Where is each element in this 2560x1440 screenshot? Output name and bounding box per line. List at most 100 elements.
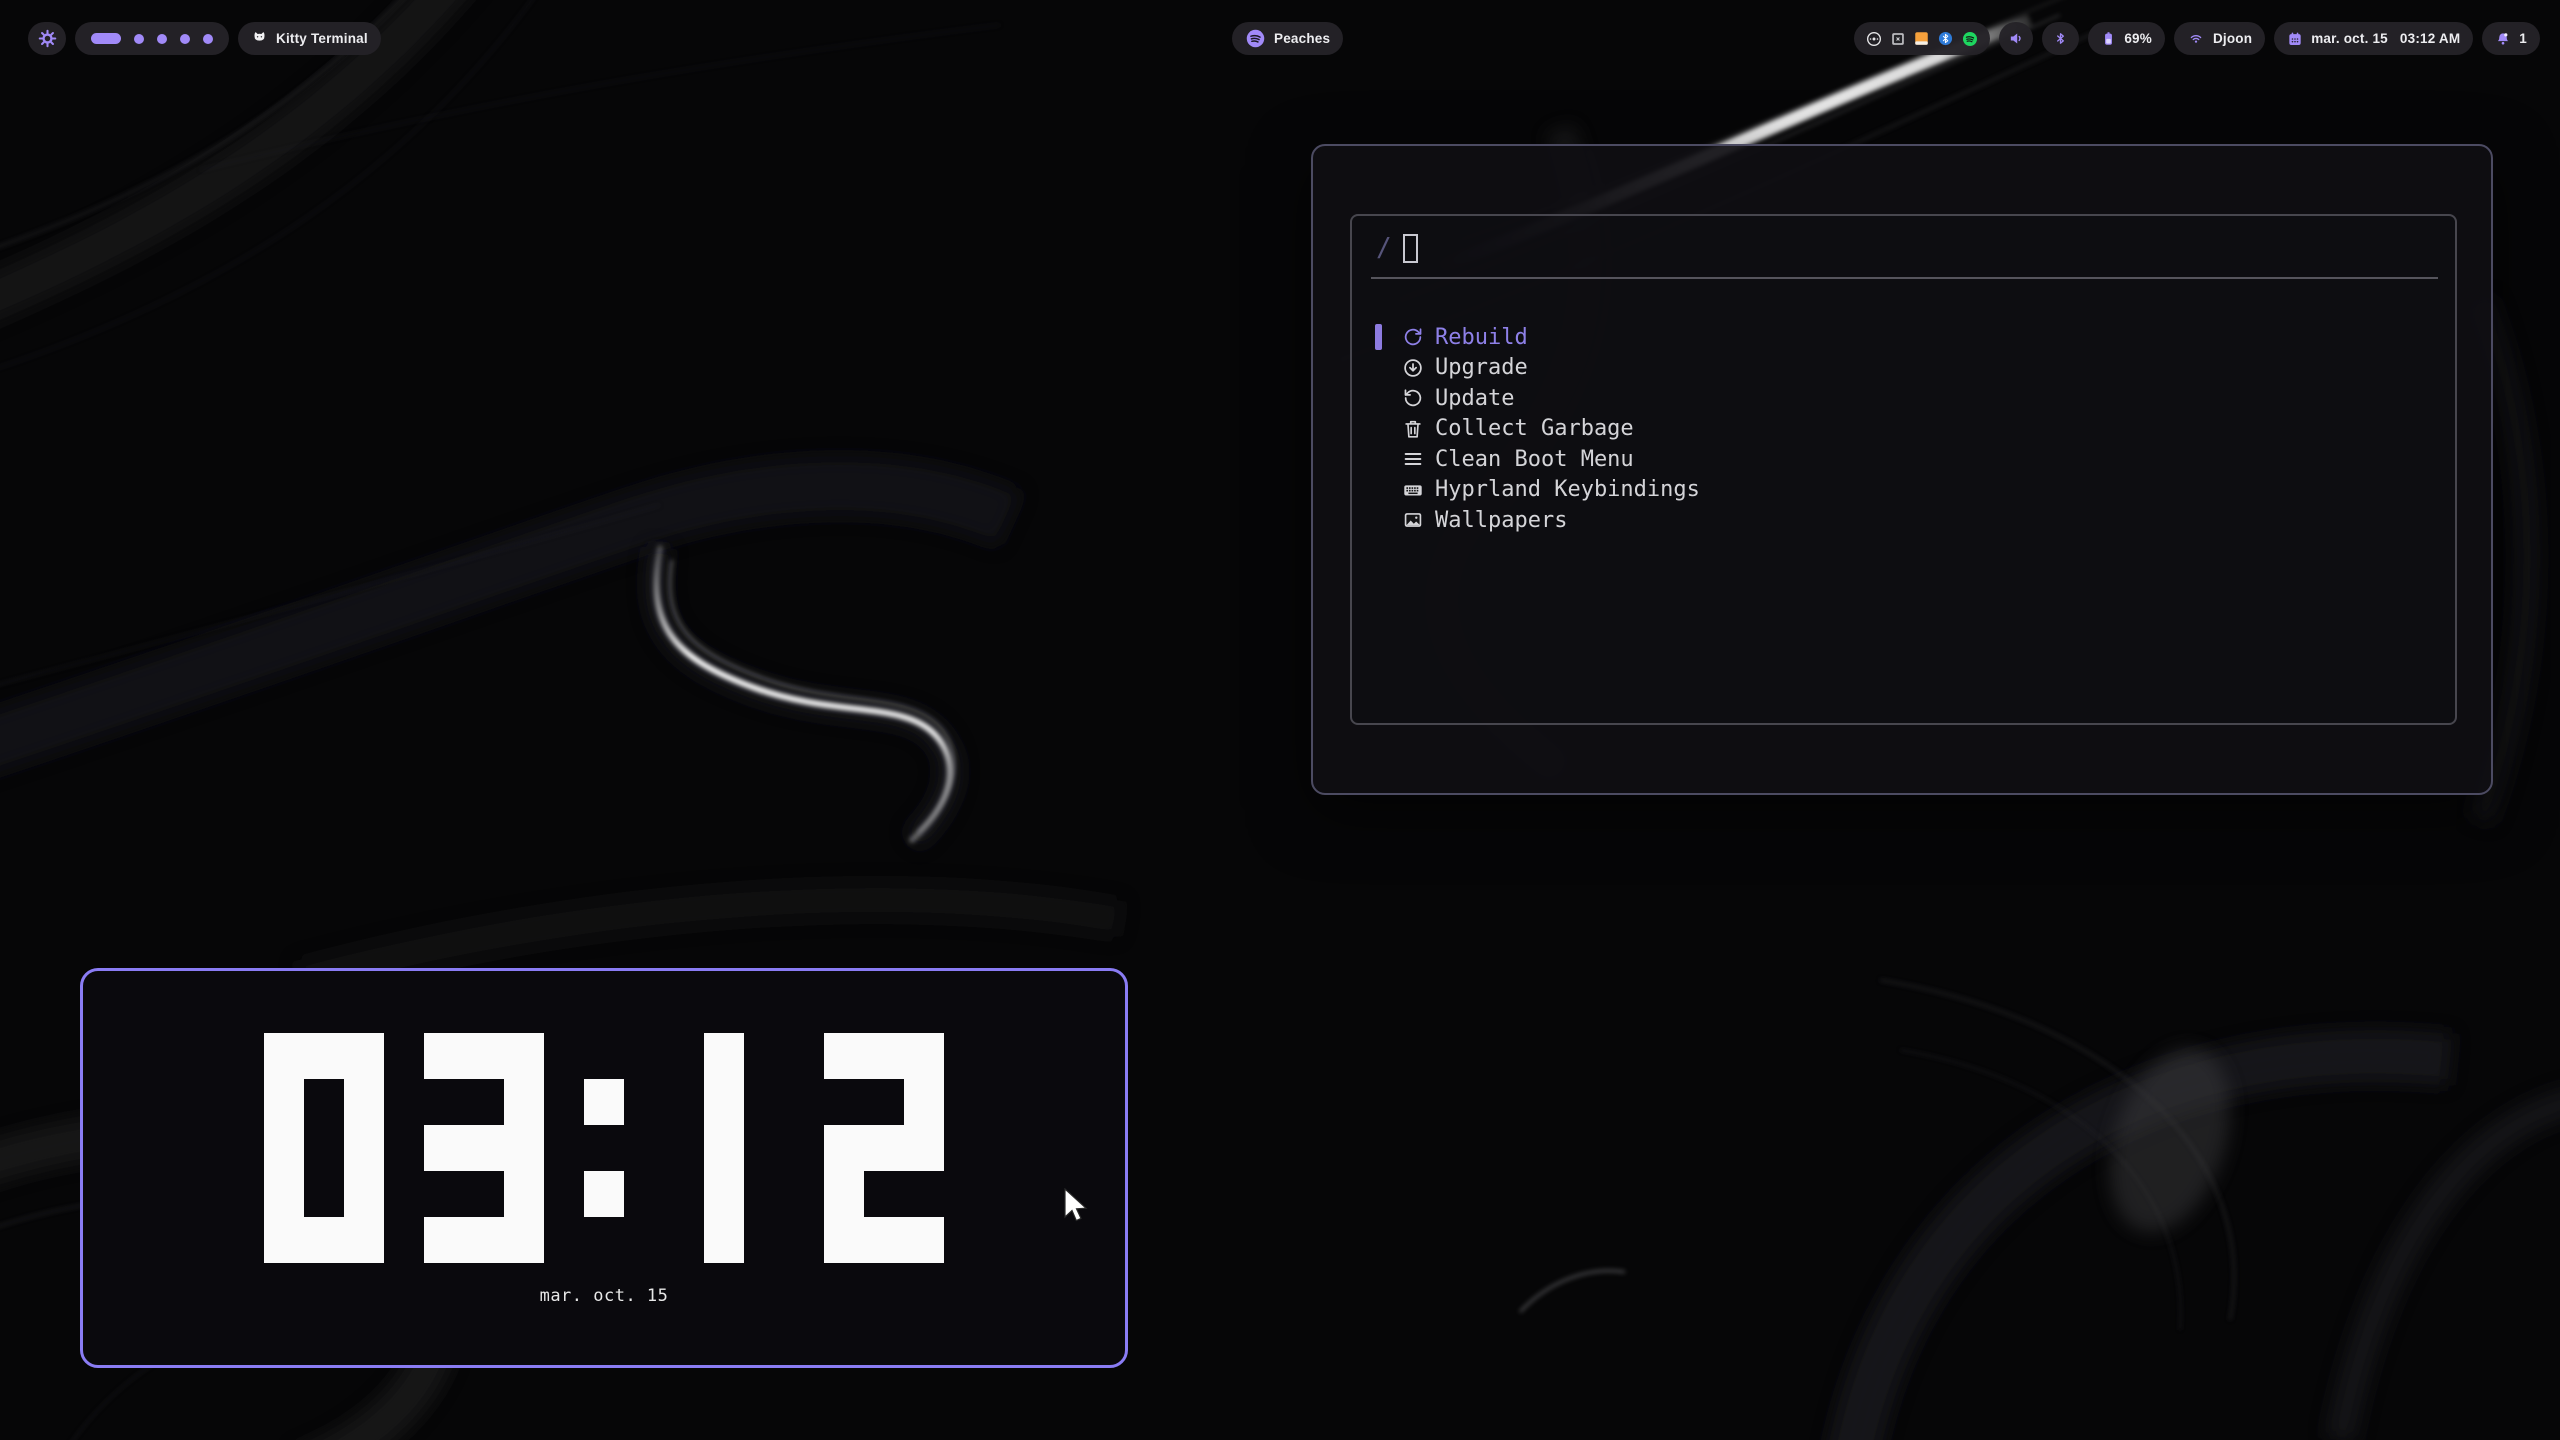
digit-cell [344,1125,384,1171]
menu-item-label: Upgrade [1435,355,1528,380]
datetime-pill[interactable]: mar. oct. 15 03:12 AM [2274,22,2473,55]
menu-item-update[interactable]: Update [1372,383,2432,414]
digit-cell [424,1125,464,1171]
network-label: Djoon [2213,31,2252,46]
topbar-left-group: Kitty Terminal [28,22,381,55]
speaker-icon [2008,30,2025,47]
digit-cell [264,1079,304,1125]
digit-cell [504,1125,544,1171]
topbar-right-group: 69% Djoon mar. oct. 15 03:12 AM 1 [1854,22,2540,55]
bluetooth-icon [2053,30,2068,47]
digit-cell [904,1125,944,1171]
digit-cell [464,1217,504,1263]
clock-colon [584,1033,624,1263]
digit-cell [264,1125,304,1171]
digit-cell [904,1079,944,1125]
workspace-active[interactable] [91,33,121,44]
media-pill[interactable]: Peaches [1232,22,1343,55]
digit-cell [304,1217,344,1263]
digit-cell [464,1033,504,1079]
clock-digit-0 [264,1033,384,1263]
digit-cell [344,1217,384,1263]
text-cursor [1403,234,1418,263]
cat-icon [251,30,268,47]
menu-list: Rebuild Upgrade Update Collect GarbageCl… [1372,322,2432,536]
colon-dot [584,1171,624,1217]
network-pill[interactable]: Djoon [2174,22,2265,55]
update-icon [1401,387,1424,410]
calendar-icon [2287,31,2303,47]
menu-item-label: Hyprland Keybindings [1435,477,1700,502]
launcher-button[interactable] [28,22,66,55]
flake-icon [38,29,57,48]
workspace-dot[interactable] [180,34,190,44]
search-prompt: / [1376,235,1392,261]
focused-window-pill[interactable]: Kitty Terminal [238,22,381,55]
clock-digit-2 [824,1033,944,1263]
keyboard-icon [1401,478,1424,501]
media-label: Peaches [1274,31,1330,46]
mouse-cursor [1063,1188,1093,1231]
digit-cell [904,1217,944,1263]
clock-digit-3 [424,1033,544,1263]
workspace-dot[interactable] [134,34,144,44]
battery-label: 69% [2124,31,2152,46]
selection-bar [1375,324,1382,350]
digit-cell [824,1033,864,1079]
digit-cell [704,1171,744,1217]
digit-cell [704,1125,744,1171]
focused-window-label: Kitty Terminal [276,31,368,46]
menu-item-rebuild[interactable]: Rebuild [1372,322,2432,353]
trash-icon [1401,417,1424,440]
digit-cell [264,1033,304,1079]
menu-item-label: Clean Boot Menu [1435,447,1634,472]
menu-item-hyprland-keybindings[interactable]: Hyprland Keybindings [1372,475,2432,506]
list-icon [1401,448,1424,471]
time-label: 03:12 AM [2400,31,2460,46]
bluetooth-badge-icon[interactable] [1938,31,1953,46]
digit-cell [504,1171,544,1217]
volume-pill[interactable] [1999,22,2033,55]
spotify-icon [1245,28,1266,49]
menu-item-collect-garbage[interactable]: Collect Garbage [1372,414,2432,445]
digit-cell [864,1125,904,1171]
menu-item-wallpapers[interactable]: Wallpapers [1372,505,2432,536]
workspace-dot[interactable] [157,34,167,44]
launcher-menu-inner: / Rebuild Upgrade Update Collect Garbage… [1350,214,2457,725]
image-icon [1401,509,1424,532]
rebuild-icon [1401,326,1424,349]
digit-cell [704,1217,744,1263]
top-bar: Kitty Terminal Peaches 69 [0,0,2560,64]
digit-cell [704,1079,744,1125]
bluetooth-pill[interactable] [2042,22,2079,55]
digit-cell [304,1033,344,1079]
notifications-pill[interactable]: 1 [2482,22,2540,55]
spotify-badge-icon[interactable] [1962,31,1978,47]
bell-icon [2495,31,2511,47]
digit-cell [344,1171,384,1217]
menu-item-upgrade[interactable]: Upgrade [1372,353,2432,384]
workspaces-pill [75,22,229,55]
clock-digit-1 [664,1033,784,1263]
menu-item-label: Update [1435,386,1514,411]
colon-dot [584,1079,624,1125]
digit-cell [424,1217,464,1263]
digit-cell [464,1125,504,1171]
disc-icon[interactable] [1866,31,1882,47]
notes-icon[interactable] [1914,31,1929,46]
digit-cell [264,1217,304,1263]
app-window-icon[interactable] [1891,32,1905,46]
battery-pill[interactable]: 69% [2088,22,2165,55]
digit-cell [504,1217,544,1263]
digit-cell [504,1033,544,1079]
search-separator [1371,277,2438,279]
workspace-dot[interactable] [203,34,213,44]
digit-cell [504,1079,544,1125]
system-tray-pill [1854,22,1990,55]
digit-cell [344,1079,384,1125]
digit-cell [704,1033,744,1079]
search-row[interactable]: / [1376,228,1418,268]
menu-item-label: Rebuild [1435,325,1528,350]
menu-item-clean-boot-menu[interactable]: Clean Boot Menu [1372,444,2432,475]
clock-date: mar. oct. 15 [83,1286,1125,1306]
